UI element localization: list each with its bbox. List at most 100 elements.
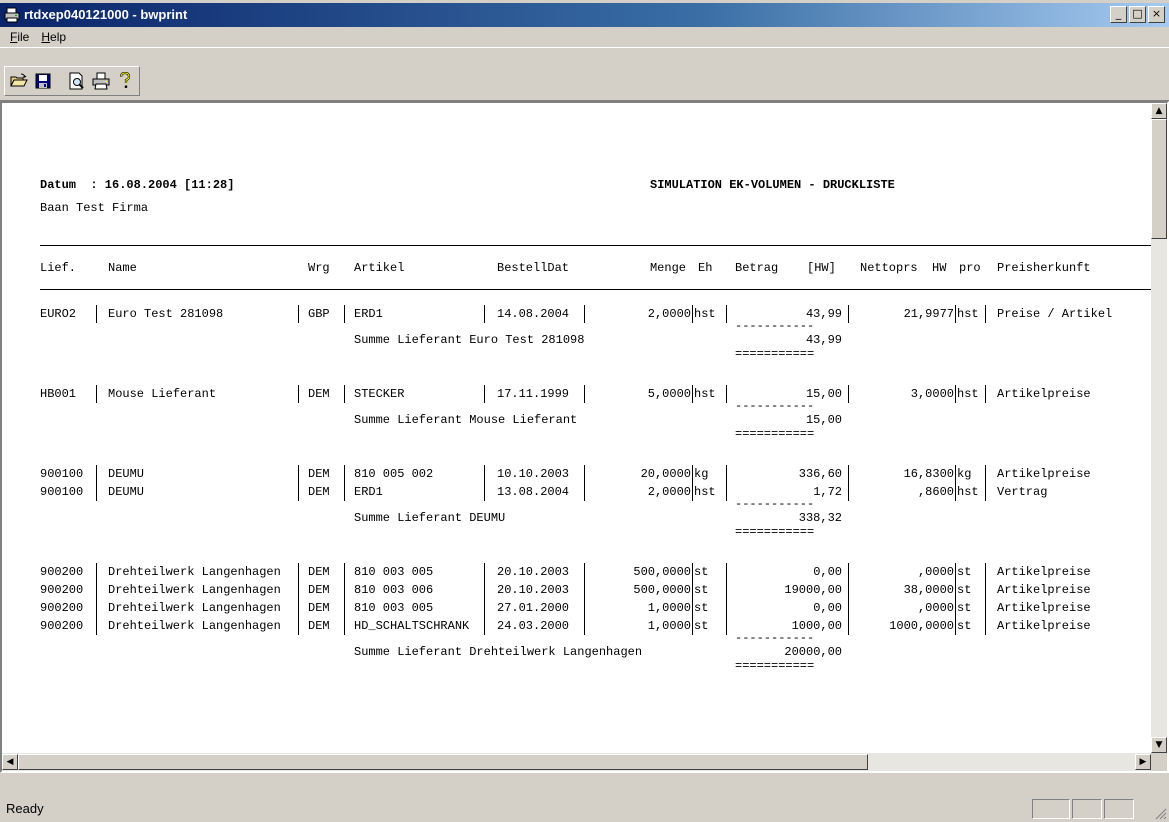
cell-eh: kg <box>694 467 709 481</box>
subtotal-label: Summe Lieferant DEUMU <box>354 511 506 525</box>
cell-separator <box>584 385 585 403</box>
cell-separator <box>692 305 693 323</box>
cell-pro: hst <box>957 387 979 401</box>
scroll-left-button[interactable]: ◀ <box>2 754 18 770</box>
report-page: Datum : 16.08.2004 [11:28] Baan Test Fir… <box>2 103 1151 753</box>
cell-separator <box>985 483 986 501</box>
cell-separator <box>344 305 345 323</box>
subtotal-eq-line: =========== <box>735 659 815 673</box>
cell-netto: ,0000 <box>917 601 954 615</box>
cell-separator <box>344 483 345 501</box>
cell-artikel: HD_SCHALTSCHRANK <box>354 619 470 633</box>
resize-grip-icon[interactable] <box>1153 806 1167 820</box>
cell-separator <box>298 483 299 501</box>
subtotal-eq-line: =========== <box>735 427 815 441</box>
cell-separator <box>848 617 849 635</box>
cell-separator <box>955 483 956 501</box>
cell-name: Drehteilwerk Langenhagen <box>108 601 281 615</box>
col-name: Name <box>108 261 137 275</box>
col-menge: Menge <box>649 261 686 275</box>
scroll-right-button[interactable]: ▶ <box>1135 754 1151 770</box>
toolbar <box>0 47 1169 101</box>
cell-menge: 2,0000 <box>647 307 691 321</box>
scroll-corner <box>1151 753 1167 771</box>
cell-netto: ,8600 <box>917 485 954 499</box>
status-pane-2 <box>1072 799 1102 819</box>
close-button[interactable]: × <box>1148 6 1165 23</box>
cell-separator <box>985 617 986 635</box>
cell-separator <box>955 599 956 617</box>
cell-eh: st <box>694 601 709 615</box>
cell-separator <box>96 465 97 483</box>
horizontal-scrollbar[interactable]: ◀ ▶ <box>2 753 1151 771</box>
cell-herkunft: Artikelpreise <box>997 619 1091 633</box>
cell-separator <box>848 483 849 501</box>
cell-separator <box>955 465 956 483</box>
cell-lief: 900200 <box>40 619 84 633</box>
cell-separator <box>484 563 485 581</box>
print-preview-button[interactable] <box>66 70 88 92</box>
cell-pro: st <box>957 583 972 597</box>
open-button[interactable] <box>8 70 30 92</box>
cell-separator <box>955 617 956 635</box>
cell-separator <box>955 581 956 599</box>
subtotal-label: Summe Lieferant Drehteilwerk Langenhagen <box>354 645 643 659</box>
cell-menge: 1,0000 <box>647 619 691 633</box>
menu-help[interactable]: Help <box>35 28 72 46</box>
report-viewer[interactable]: Datum : 16.08.2004 [11:28] Baan Test Fir… <box>0 101 1169 773</box>
cell-separator <box>344 581 345 599</box>
cell-name: Euro Test 281098 <box>108 307 224 321</box>
menu-file[interactable]: File <box>4 28 35 46</box>
cell-betrag: 0,00 <box>813 565 842 579</box>
subtotal-dash-line: ----------- <box>735 497 815 511</box>
cell-wrg: DEM <box>308 619 330 633</box>
cell-separator <box>692 385 693 403</box>
vertical-scrollbar[interactable]: ▲ ▼ <box>1151 103 1167 753</box>
cell-name: Drehteilwerk Langenhagen <box>108 619 281 633</box>
cell-separator <box>726 305 727 323</box>
cell-datum: 20.10.2003 <box>497 565 570 579</box>
cell-menge: 2,0000 <box>647 485 691 499</box>
scroll-up-button[interactable]: ▲ <box>1151 103 1167 119</box>
cell-menge: 1,0000 <box>647 601 691 615</box>
cell-separator <box>298 617 299 635</box>
horizontal-scroll-thumb[interactable] <box>18 754 868 770</box>
cell-pro: hst <box>957 307 979 321</box>
cell-herkunft: Artikelpreise <box>997 565 1091 579</box>
cell-menge: 20,0000 <box>640 467 691 481</box>
cell-separator <box>726 385 727 403</box>
scroll-down-button[interactable]: ▼ <box>1151 737 1167 753</box>
cell-separator <box>985 305 986 323</box>
cell-separator <box>726 581 727 599</box>
cell-betrag: 336,60 <box>798 467 842 481</box>
cell-separator <box>848 305 849 323</box>
cell-separator <box>726 563 727 581</box>
cell-eh: hst <box>694 485 716 499</box>
maximize-button[interactable]: □ <box>1129 6 1146 23</box>
cell-separator <box>96 305 97 323</box>
cell-separator <box>584 483 585 501</box>
col-wrg: Wrg <box>308 261 330 275</box>
print-button[interactable] <box>90 70 112 92</box>
cell-separator <box>848 465 849 483</box>
vertical-scroll-thumb[interactable] <box>1151 119 1167 239</box>
cell-separator <box>584 617 585 635</box>
cell-betrag: 19000,00 <box>784 583 842 597</box>
save-button[interactable] <box>32 70 54 92</box>
col-hw: [HW] <box>807 261 836 275</box>
cell-separator <box>96 599 97 617</box>
window-title: rtdxep040121000 - bwprint <box>24 7 188 22</box>
cell-separator <box>985 599 986 617</box>
cell-separator <box>584 581 585 599</box>
help-button[interactable] <box>114 70 136 92</box>
minimize-button[interactable]: _ <box>1110 6 1127 23</box>
cell-herkunft: Artikelpreise <box>997 387 1091 401</box>
header-top-rule <box>40 245 1151 246</box>
col-preisherkunft: Preisherkunft <box>997 261 1091 275</box>
title-bar[interactable]: rtdxep040121000 - bwprint _ □ × <box>0 3 1169 27</box>
cell-separator <box>484 617 485 635</box>
cell-datum: 27.01.2000 <box>497 601 570 615</box>
cell-separator <box>344 599 345 617</box>
subtotal-eq-line: =========== <box>735 347 815 361</box>
cell-name: DEUMU <box>108 467 145 481</box>
